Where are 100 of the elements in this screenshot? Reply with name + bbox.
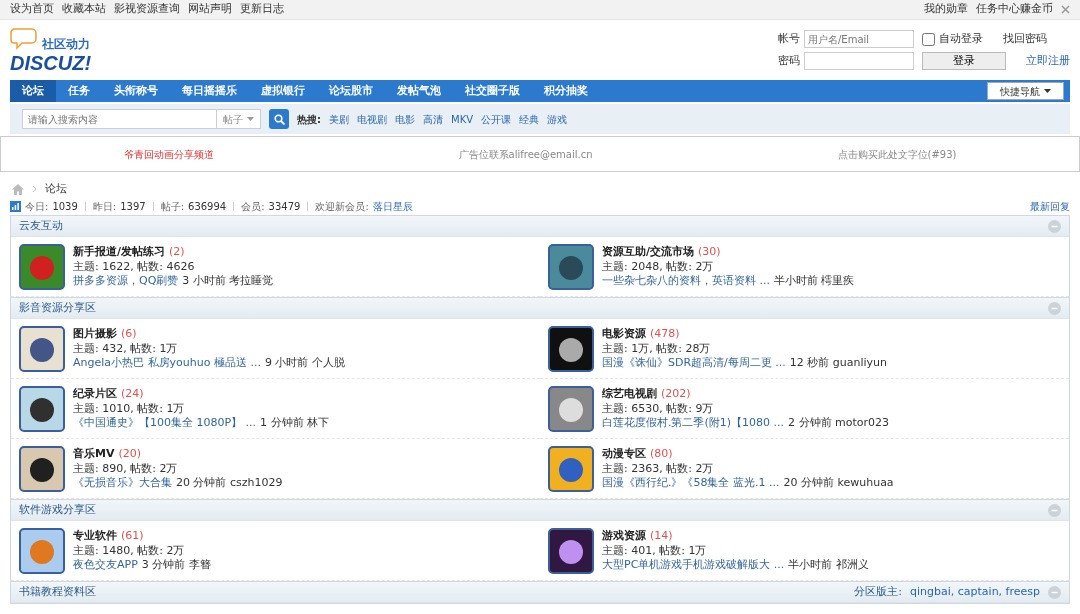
collapse-icon xyxy=(1048,301,1061,315)
forum-stats: 主题: 2363, 帖数: 2万 xyxy=(602,461,715,476)
breadcrumb-current: 论坛 xyxy=(45,182,67,197)
top-link[interactable]: 网站声明 xyxy=(188,2,232,17)
stat-label: 今日: xyxy=(25,200,49,214)
collapse-button[interactable] xyxy=(1048,585,1061,599)
forum-stats: 主题: 1480, 帖数: 2万 xyxy=(73,543,186,558)
forum-name-link[interactable]: 图片摄影 xyxy=(73,327,117,342)
hot-search-link[interactable]: 经典 xyxy=(519,112,540,126)
forum-name-link[interactable]: 专业软件 xyxy=(73,529,117,544)
hot-search-link[interactable]: 高清 xyxy=(423,112,443,126)
auto-login-checkbox[interactable] xyxy=(922,32,935,46)
last-post-link[interactable]: 一些杂七杂八的资料，英语资料 ... xyxy=(602,273,770,289)
top-link[interactable]: 影视资源查询 xyxy=(114,2,180,17)
forum-name-link[interactable]: 综艺电视剧 xyxy=(602,387,657,402)
ad-text-link[interactable]: 广告位联系alifree@email.cn xyxy=(336,147,716,161)
moderator-link[interactable]: qingbai, captain, freesp xyxy=(910,585,1040,600)
hot-search-link[interactable]: 电视剧 xyxy=(357,112,387,126)
forum-today-count: (14) xyxy=(650,529,673,544)
forum-icon xyxy=(548,325,594,372)
last-post-link[interactable]: 国漫《西行纪.》《58集全 蓝光.1 ... xyxy=(602,475,780,491)
forum-stats: 主题: 1010, 帖数: 1万 xyxy=(73,401,186,416)
stat-label: 帖子: xyxy=(160,200,185,214)
nav-tab[interactable]: 虚拟银行 xyxy=(249,80,317,102)
forum-name-link[interactable]: 动漫专区 xyxy=(602,447,646,462)
last-post-link[interactable]: 夜色交友APP xyxy=(73,557,138,573)
last-post-link[interactable]: Angela小热巴 私房youhuo 極品送 ... xyxy=(73,355,261,371)
forum-icon xyxy=(19,527,65,574)
collapse-button[interactable] xyxy=(1048,219,1061,233)
forgot-password-link[interactable]: 找回密码 xyxy=(1003,31,1047,47)
forum-name-link[interactable]: 音乐MV xyxy=(73,447,115,462)
nav-tab[interactable]: 发帖气泡 xyxy=(385,80,453,102)
hot-search-link[interactable]: 美剧 xyxy=(329,112,349,126)
last-post-link[interactable]: 《无损音乐》大合集 xyxy=(73,475,172,491)
account-label: 帐号 xyxy=(778,31,800,47)
category-title: 影音资源分享区 xyxy=(19,301,96,316)
forum-icon xyxy=(19,243,65,290)
nav-tab[interactable]: 社交圈子版 xyxy=(453,80,532,102)
collapse-button[interactable] xyxy=(1048,503,1061,517)
search-scope-dropdown[interactable]: 帖子 xyxy=(217,109,261,129)
top-link[interactable]: 更新日志 xyxy=(240,2,284,17)
forum-icon xyxy=(19,385,65,432)
forum-name-link[interactable]: 资源互助/交流市场 xyxy=(602,245,695,260)
forum-stats: 主题: 401, 帖数: 1万 xyxy=(602,543,708,558)
last-post-meta: 3 分钟前 李簪 xyxy=(141,557,211,573)
last-post-meta: 20 分钟前 kewuhuaa xyxy=(783,475,894,491)
top-link[interactable]: 我的勋章 xyxy=(924,2,968,17)
last-post-link[interactable]: 大型PC单机游戏手机游戏破解版大 ... xyxy=(602,557,785,573)
password-field[interactable] xyxy=(804,52,914,70)
logo-wordmark: DISCUZ! xyxy=(10,53,92,73)
stat-value: 1039 xyxy=(52,200,78,214)
forum-stats: 主题: 1万, 帖数: 28万 xyxy=(602,341,712,356)
last-post-meta: 9 小时前 个人脱 xyxy=(264,355,345,371)
hot-search-link[interactable]: 公开课 xyxy=(481,112,512,126)
last-post-link[interactable]: 国漫《诛仙》SDR超高清/每周二更 ... xyxy=(602,355,786,371)
top-link[interactable]: 任务中心赚金币 xyxy=(976,2,1053,17)
collapse-button[interactable] xyxy=(1048,301,1061,315)
forum-today-count: (20) xyxy=(118,447,142,462)
stat-value: 636994 xyxy=(188,200,227,214)
forum-name-link[interactable]: 新手报道/发帖练习 xyxy=(73,245,166,260)
hot-search-link[interactable]: 游戏 xyxy=(547,112,568,126)
nav-tab[interactable]: 任务 xyxy=(56,80,102,102)
latest-replies-link[interactable]: 最新回复 xyxy=(1030,200,1070,214)
nav-tab[interactable]: 论坛 xyxy=(10,80,56,102)
forum-stats: 主题: 890, 帖数: 2万 xyxy=(73,461,179,476)
forum-today-count: (2) xyxy=(169,245,185,260)
hot-search-label: 热搜: xyxy=(297,112,321,126)
nav-tab[interactable]: 每日摇摇乐 xyxy=(170,80,249,102)
nav-tab[interactable]: 积分抽奖 xyxy=(532,80,600,102)
category-title: 书籍教程资料区 xyxy=(19,585,96,600)
last-post-link[interactable]: 《中国通史》【100集全 1080P】 ... xyxy=(73,415,257,431)
forum-name-link[interactable]: 纪录片区 xyxy=(73,387,117,402)
hot-search-link[interactable]: MKV xyxy=(451,112,474,126)
ad-text-link[interactable]: 点击购买此处文字位(#93) xyxy=(715,147,1079,161)
stat-value: 1397 xyxy=(120,200,146,214)
top-link[interactable]: 设为首页 xyxy=(10,2,54,17)
forum-name-link[interactable]: 电影资源 xyxy=(602,327,646,342)
account-field[interactable]: 用户名/Email xyxy=(804,30,914,48)
caret-icon xyxy=(247,117,254,121)
hot-search-link[interactable]: 电影 xyxy=(395,112,415,126)
last-post-meta: 12 秒前 guanliyun xyxy=(789,355,888,371)
last-post-link[interactable]: 白莲花度假村.第二季(附1)【1080 ... xyxy=(602,415,785,431)
nav-tab[interactable]: 论坛股市 xyxy=(317,80,385,102)
nav-tab[interactable]: 头衔称号 xyxy=(102,80,170,102)
home-icon xyxy=(12,183,24,195)
top-link[interactable]: 收藏本站 xyxy=(62,2,106,17)
caret-icon xyxy=(1044,89,1051,93)
new-member-link[interactable]: 落日星辰 xyxy=(372,200,413,214)
forum-icon xyxy=(19,445,65,492)
ad-text-link[interactable]: 爷青回动画分享频道 xyxy=(1,147,337,161)
login-button[interactable]: 登录 xyxy=(922,52,1006,70)
search-field[interactable]: 请输入搜索内容 xyxy=(22,109,217,129)
forum-stats: 主题: 1622, 帖数: 4626 xyxy=(73,259,196,274)
search-button[interactable] xyxy=(269,109,289,129)
stat-label: 会员: xyxy=(241,200,265,214)
last-post-link[interactable]: 拼多多资源，QQ刷赞 xyxy=(73,273,179,289)
collapse-icon xyxy=(1048,585,1061,599)
quick-nav-button[interactable]: 快捷导航 xyxy=(987,82,1064,100)
register-link[interactable]: 立即注册 xyxy=(1026,53,1070,69)
forum-name-link[interactable]: 游戏资源 xyxy=(602,529,646,544)
